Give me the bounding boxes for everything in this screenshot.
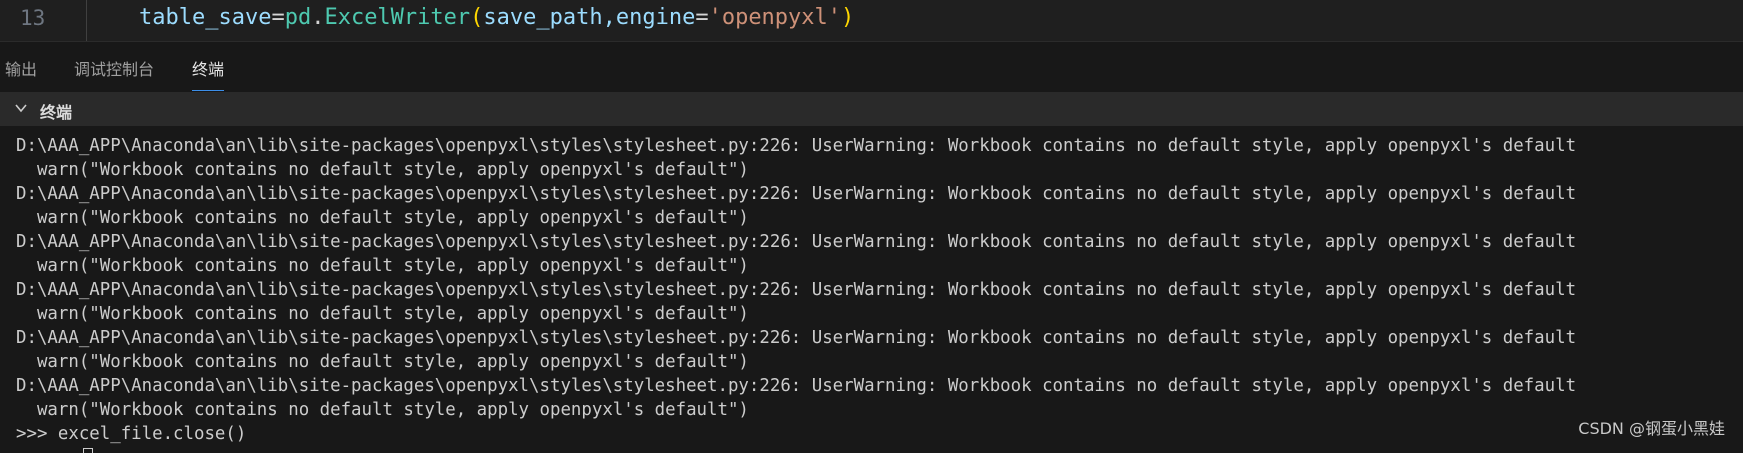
panel-tab-bar: 输出 调试控制台 终端	[0, 42, 1743, 92]
terminal-section-title: 终端	[40, 103, 73, 122]
terminal-line: warn("Workbook contains no default style…	[16, 208, 749, 228]
terminal-section-header[interactable]: 终端	[0, 92, 1743, 126]
watermark: CSDN @钢蛋小黑娃	[1578, 419, 1725, 438]
code-token-args: save_path,engine	[483, 5, 696, 30]
code-token-dot: .	[311, 5, 325, 30]
terminal-line: warn("Workbook contains no default style…	[16, 352, 749, 372]
chevron-down-icon[interactable]	[15, 102, 27, 114]
code-line[interactable]: table_save=pd.ExcelWriter(save_path,engi…	[139, 5, 854, 30]
code-token-string: 'openpyxl'	[708, 5, 842, 30]
code-token-paren-close: )	[841, 5, 855, 30]
code-token-module: pd	[284, 5, 312, 30]
code-token-paren-open: (	[470, 5, 484, 30]
terminal-cursor-row	[16, 446, 1576, 453]
terminal-line: warn("Workbook contains no default style…	[16, 256, 749, 276]
indent-guide	[86, 0, 87, 41]
line-number: 13	[20, 6, 46, 30]
terminal-line: D:\AAA_APP\Anaconda\an\lib\site-packages…	[16, 280, 1577, 300]
terminal-prompt-line: >>> excel_file.close()	[16, 424, 247, 444]
terminal-line: warn("Workbook contains no default style…	[16, 400, 749, 420]
code-editor[interactable]: 13 table_save=pd.ExcelWriter(save_path,e…	[0, 0, 1743, 42]
terminal-line: D:\AAA_APP\Anaconda\an\lib\site-packages…	[16, 232, 1577, 252]
tab-output[interactable]: 输出	[5, 56, 37, 80]
terminal-line: D:\AAA_APP\Anaconda\an\lib\site-packages…	[16, 136, 1577, 156]
code-token-operator: =	[695, 5, 709, 30]
terminal-line: D:\AAA_APP\Anaconda\an\lib\site-packages…	[16, 184, 1577, 204]
code-token-operator: =	[271, 5, 285, 30]
code-token-variable: table_save	[139, 5, 272, 30]
terminal-line: warn("Workbook contains no default style…	[16, 304, 749, 324]
terminal-line: warn("Workbook contains no default style…	[16, 160, 749, 180]
block-cursor-icon	[83, 448, 93, 453]
terminal-output[interactable]: D:\AAA_APP\Anaconda\an\lib\site-packages…	[0, 126, 1743, 453]
tab-terminal[interactable]: 终端	[192, 56, 225, 91]
code-token-class: ExcelWriter	[324, 5, 471, 30]
tab-debug-console[interactable]: 调试控制台	[74, 56, 154, 80]
terminal-lines: D:\AAA_APP\Anaconda\an\lib\site-packages…	[16, 134, 1576, 453]
terminal-line: D:\AAA_APP\Anaconda\an\lib\site-packages…	[16, 328, 1577, 348]
terminal-line: D:\AAA_APP\Anaconda\an\lib\site-packages…	[16, 376, 1577, 396]
